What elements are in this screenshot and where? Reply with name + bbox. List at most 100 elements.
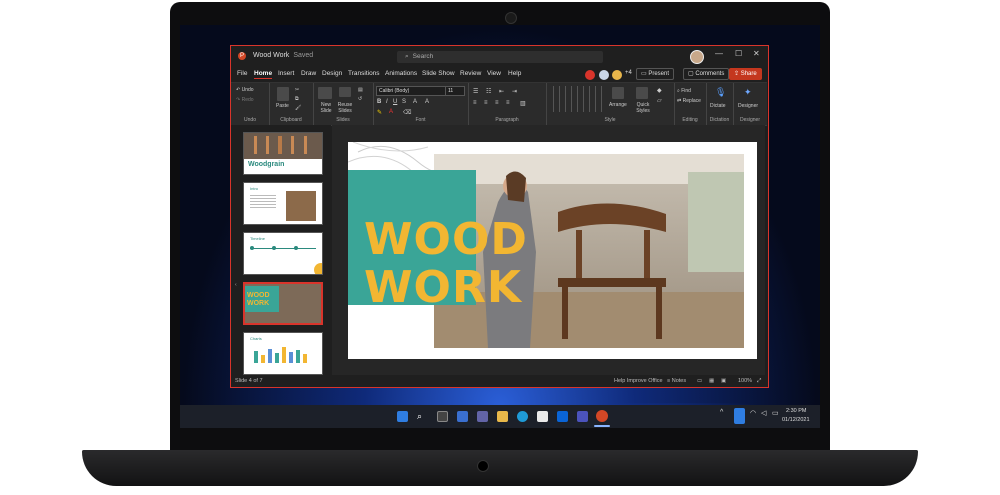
account-avatar[interactable] bbox=[690, 50, 704, 64]
replace-button[interactable]: ⇄ Replace bbox=[677, 98, 701, 104]
slide-thumbnail-4[interactable]: WOOD WORK bbox=[243, 282, 323, 325]
tab-home[interactable]: Home bbox=[254, 70, 273, 79]
task-view-icon[interactable] bbox=[437, 411, 448, 422]
align-center-icon[interactable]: ≡ bbox=[484, 100, 488, 106]
find-button[interactable]: ⌕ Find bbox=[677, 88, 691, 94]
tab-animations[interactable]: Animations bbox=[385, 70, 417, 77]
shape-fill-icon[interactable]: ◆ bbox=[657, 87, 662, 94]
paste-button[interactable]: Paste bbox=[276, 103, 289, 109]
align-right-icon[interactable]: ≡ bbox=[495, 100, 499, 106]
copy-icon[interactable]: ⧉ bbox=[295, 96, 299, 102]
tab-design[interactable]: Design bbox=[322, 70, 342, 77]
bold-icon[interactable]: B bbox=[377, 99, 381, 105]
shape-outline-icon[interactable]: ▱ bbox=[657, 97, 662, 104]
numbering-icon[interactable]: ☷ bbox=[486, 88, 491, 95]
italic-icon[interactable]: I bbox=[386, 99, 388, 105]
comments-button[interactable]: ▢ Comments bbox=[683, 68, 730, 80]
columns-icon[interactable]: ▥ bbox=[520, 100, 526, 107]
thumbnail-bar bbox=[303, 354, 307, 363]
file-explorer-icon[interactable] bbox=[497, 411, 508, 422]
cut-icon[interactable]: ✂ bbox=[295, 87, 299, 93]
tab-view[interactable]: View bbox=[487, 70, 501, 77]
clear-format-icon[interactable]: ⌫ bbox=[403, 109, 411, 116]
clock-date[interactable]: 01/12/2021 bbox=[782, 417, 810, 423]
slide-thumbnail-1[interactable]: Woodgrain bbox=[243, 132, 323, 175]
start-icon[interactable] bbox=[397, 411, 408, 422]
document-title[interactable]: Wood Work Saved bbox=[253, 52, 313, 59]
slide-thumbnail-2[interactable]: Intro bbox=[243, 182, 323, 225]
outdent-icon[interactable]: ⇥ bbox=[512, 88, 517, 95]
slide-thumbnail-5[interactable]: Charts bbox=[243, 332, 323, 375]
font-color-icon[interactable]: A bbox=[389, 109, 393, 115]
chat-icon[interactable] bbox=[477, 411, 488, 422]
reading-view-icon[interactable]: ▣ bbox=[721, 376, 726, 387]
tab-slide-show[interactable]: Slide Show bbox=[422, 70, 455, 77]
current-slide[interactable]: WOOD WORK bbox=[348, 142, 757, 359]
zoom-level[interactable]: 100% bbox=[738, 376, 752, 387]
minimize-icon[interactable]: — bbox=[715, 49, 723, 58]
sorter-view-icon[interactable]: ▦ bbox=[709, 376, 714, 387]
teams-icon[interactable] bbox=[577, 411, 588, 422]
arrange-button[interactable]: Arrange bbox=[609, 102, 627, 108]
fit-slide-icon[interactable]: ⤢ bbox=[757, 376, 761, 387]
share-button[interactable]: ⇪ Share bbox=[729, 68, 762, 80]
tab-review[interactable]: Review bbox=[460, 70, 481, 77]
underline-icon[interactable]: U bbox=[393, 99, 397, 105]
tab-transitions[interactable]: Transitions bbox=[348, 70, 380, 77]
store-icon[interactable] bbox=[537, 411, 548, 422]
edge-icon[interactable] bbox=[517, 411, 528, 422]
strikethrough-icon[interactable]: S bbox=[402, 99, 406, 105]
slide-title[interactable]: WOOD WORK bbox=[364, 216, 528, 312]
highlight-icon[interactable]: ✎ bbox=[377, 109, 382, 116]
share-label: Share bbox=[740, 71, 757, 77]
wifi-icon[interactable]: ◠ bbox=[750, 409, 756, 417]
format-painter-icon[interactable]: 🖌 bbox=[295, 105, 301, 111]
justify-icon[interactable]: ≡ bbox=[506, 100, 510, 106]
clock-time[interactable]: 2:30 PM bbox=[786, 408, 806, 414]
shrink-font-icon[interactable]: A bbox=[425, 99, 429, 105]
notes-button[interactable]: ≡ Notes bbox=[667, 376, 686, 387]
undo-button[interactable]: ↶ Undo bbox=[236, 87, 254, 93]
microphone-active-icon[interactable] bbox=[734, 408, 745, 424]
close-icon[interactable]: ✕ bbox=[753, 49, 760, 58]
font-name-select[interactable]: Calibri (Body) bbox=[376, 86, 446, 96]
widgets-icon[interactable] bbox=[457, 411, 468, 422]
redo-label: Redo bbox=[241, 97, 254, 103]
search-icon[interactable]: ⌕ bbox=[417, 411, 428, 422]
powerpoint-taskbar-icon[interactable] bbox=[596, 410, 608, 422]
mail-icon[interactable] bbox=[557, 411, 568, 422]
tab-insert[interactable]: Insert bbox=[278, 70, 294, 77]
white-block bbox=[348, 305, 434, 359]
present-button[interactable]: ▭ Present bbox=[636, 68, 675, 80]
indent-icon[interactable]: ⇤ bbox=[499, 88, 504, 95]
redo-button[interactable]: ↷ Redo bbox=[236, 97, 254, 103]
tab-file[interactable]: File bbox=[237, 70, 247, 77]
reuse-slides-button[interactable]: Reuse Slides bbox=[335, 102, 355, 114]
maximize-icon[interactable]: ☐ bbox=[735, 49, 742, 58]
chevron-up-icon[interactable]: ^ bbox=[720, 409, 723, 416]
collaborator-avatar[interactable] bbox=[584, 69, 596, 81]
reset-icon[interactable]: ↺ bbox=[358, 96, 362, 102]
font-size-select[interactable]: 11 bbox=[445, 86, 465, 96]
quick-styles-button[interactable]: Quick Styles bbox=[633, 102, 653, 114]
slide-thumbnail-3[interactable]: Timeline bbox=[243, 232, 323, 275]
new-slide-button[interactable]: New Slide bbox=[316, 102, 336, 114]
collaborator-avatar[interactable] bbox=[611, 69, 623, 81]
tab-help[interactable]: Help bbox=[508, 70, 521, 77]
thumbnail-photo bbox=[244, 133, 322, 159]
layout-icon[interactable]: ▤ bbox=[358, 87, 363, 93]
battery-icon[interactable]: ▭ bbox=[772, 409, 779, 417]
bullets-icon[interactable]: ☰ bbox=[473, 88, 478, 95]
help-improve-link[interactable]: Help Improve Office bbox=[614, 376, 663, 387]
shapes-gallery[interactable] bbox=[548, 86, 606, 112]
search-box[interactable]: ⌕ Search bbox=[397, 51, 603, 63]
collaborator-avatar[interactable] bbox=[598, 69, 610, 81]
tab-draw[interactable]: Draw bbox=[301, 70, 316, 77]
normal-view-icon[interactable]: ▭ bbox=[697, 376, 702, 387]
volume-icon[interactable]: ◁ bbox=[761, 409, 766, 417]
dictate-button[interactable]: Dictate bbox=[710, 103, 726, 109]
grow-font-icon[interactable]: A bbox=[413, 99, 417, 105]
designer-button[interactable]: Designer bbox=[738, 103, 758, 109]
group-style: Arrange Quick Styles ◆ ▱ Style bbox=[546, 83, 675, 125]
align-left-icon[interactable]: ≡ bbox=[473, 100, 477, 106]
